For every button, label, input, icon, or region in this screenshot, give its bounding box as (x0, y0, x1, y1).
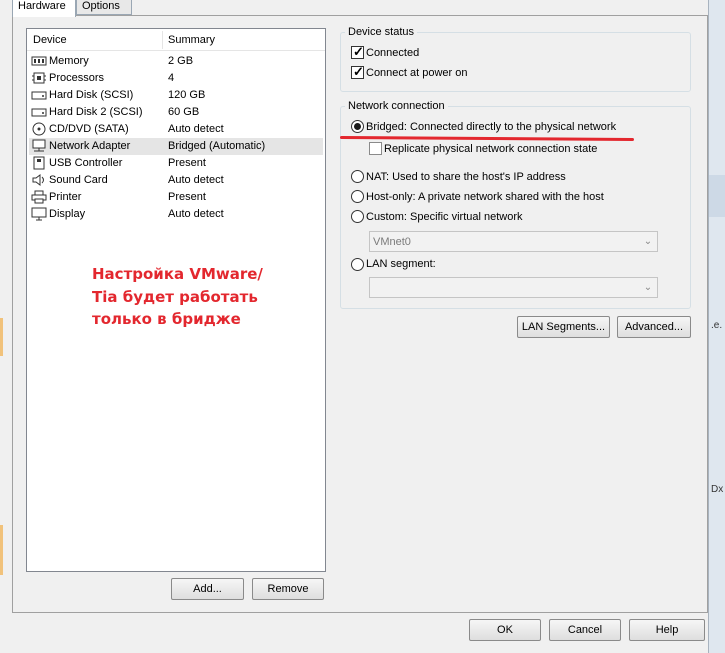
network-adapter-icon (32, 139, 46, 152)
annotation-line: Настройка VMware/ (92, 265, 263, 283)
bridged-radio[interactable] (351, 120, 364, 133)
chevron-down-icon[interactable]: ⌄ (641, 278, 655, 297)
printer-icon (31, 190, 47, 204)
vmnet-value: VMnet0 (373, 236, 411, 248)
device-name: Processors (49, 72, 105, 84)
device-row-hard-disk-2[interactable]: Hard Disk 2 (SCSI) 60 GB (29, 104, 323, 121)
device-name: USB Controller (49, 157, 123, 169)
device-name: Hard Disk (SCSI) (49, 89, 134, 101)
tab-hardware[interactable]: Hardware (12, 0, 76, 17)
advanced-button[interactable]: Advanced... (617, 316, 691, 338)
checkmark-icon: ✓ (353, 44, 364, 59)
annotation-line: только в бридже (92, 310, 241, 328)
custom-label[interactable]: Custom: Specific virtual network (366, 211, 523, 223)
host-only-label[interactable]: Host-only: A private network shared with… (366, 191, 604, 203)
connect-at-power-on-label[interactable]: Connect at power on (366, 67, 468, 79)
radio-dot (354, 123, 361, 130)
device-summary: Bridged (Automatic) (168, 140, 266, 152)
column-header-device[interactable]: Device (33, 34, 67, 46)
device-name: Hard Disk 2 (SCSI) (49, 106, 143, 118)
device-summary: Auto detect (168, 208, 224, 220)
background-window-block (709, 175, 725, 217)
replicate-state-label[interactable]: Replicate physical network connection st… (384, 143, 597, 155)
cd-dvd-icon (32, 122, 46, 136)
column-header-summary[interactable]: Summary (168, 34, 215, 46)
device-name: Memory (49, 55, 89, 67)
hard-disk-icon (31, 108, 47, 117)
ok-button[interactable]: OK (469, 619, 541, 641)
device-name: Printer (49, 191, 82, 203)
device-summary: Auto detect (168, 123, 224, 135)
background-orange-strip (0, 318, 3, 356)
device-summary: Present (168, 191, 206, 203)
annotation-line: Tia будет работать (92, 287, 258, 306)
background-window-strip: .e. Dx (708, 0, 725, 653)
lan-segment-label[interactable]: LAN segment: (366, 258, 436, 270)
add-button[interactable]: Add... (171, 578, 244, 600)
column-divider[interactable] (162, 31, 163, 49)
speaker-icon (32, 174, 44, 186)
memory-icon (31, 56, 47, 66)
cancel-button[interactable]: Cancel (549, 619, 621, 641)
device-summary: 60 GB (168, 106, 200, 118)
device-summary: Present (168, 157, 206, 169)
device-name: CD/DVD (SATA) (49, 123, 129, 135)
replicate-state-checkbox[interactable] (369, 142, 382, 155)
bridged-label[interactable]: Bridged: Connected directly to the physi… (366, 121, 616, 133)
annotation-text: Настройка VMware/ Tia будет работать тол… (92, 263, 292, 331)
device-row-hard-disk[interactable]: Hard Disk (SCSI) 120 GB (29, 87, 323, 104)
device-row-usb-controller[interactable]: USB Controller Present (29, 155, 323, 172)
custom-radio[interactable] (351, 210, 364, 223)
device-status-legend: Device status (348, 26, 415, 38)
device-summary: 2 GB (168, 55, 194, 67)
vmnet-select[interactable]: VMnet0 ⌄ (369, 231, 658, 252)
device-status-group: Device status (340, 26, 691, 92)
network-connection-legend: Network connection (348, 100, 445, 112)
background-text-fragment: .e. (711, 320, 723, 331)
usb-icon (33, 156, 45, 170)
device-row-network-adapter[interactable]: Network Adapter Bridged (Automatic) (29, 138, 323, 155)
nat-label[interactable]: NAT: Used to share the host's IP address (366, 171, 566, 183)
device-summary: Auto detect (168, 174, 224, 186)
lan-segments-button[interactable]: LAN Segments... (517, 316, 610, 338)
device-row-memory[interactable]: Memory 2 GB (29, 53, 323, 70)
device-row-processors[interactable]: Processors 4 (29, 70, 323, 87)
hard-disk-icon (31, 91, 47, 100)
list-header: Device Summary (27, 29, 325, 51)
device-name: Sound Card (49, 174, 108, 186)
background-text-fragment: Dx (711, 484, 724, 495)
device-name: Network Adapter (49, 140, 131, 152)
checkmark-icon: ✓ (353, 64, 364, 79)
background-orange-strip (0, 525, 3, 575)
nat-radio[interactable] (351, 170, 364, 183)
remove-button[interactable]: Remove (252, 578, 324, 600)
connect-at-power-on-checkbox[interactable]: ✓ (351, 64, 364, 79)
lan-segment-radio[interactable] (351, 258, 364, 271)
tab-options[interactable]: Options (76, 0, 132, 15)
device-name: Display (49, 208, 86, 220)
lan-segment-select[interactable]: ⌄ (369, 277, 658, 298)
device-summary: 4 (168, 72, 175, 84)
connected-label[interactable]: Connected (366, 47, 419, 59)
chevron-down-icon[interactable]: ⌄ (641, 232, 655, 251)
device-row-display[interactable]: Display Auto detect (29, 206, 323, 223)
device-row-cd-dvd[interactable]: CD/DVD (SATA) Auto detect (29, 121, 323, 138)
device-summary: 120 GB (168, 89, 206, 101)
processor-icon (32, 72, 46, 84)
device-row-sound-card[interactable]: Sound Card Auto detect (29, 172, 323, 189)
help-button[interactable]: Help (629, 619, 705, 641)
monitor-icon (31, 207, 47, 221)
device-row-printer[interactable]: Printer Present (29, 189, 323, 206)
host-only-radio[interactable] (351, 190, 364, 203)
connected-checkbox[interactable]: ✓ (351, 44, 364, 59)
